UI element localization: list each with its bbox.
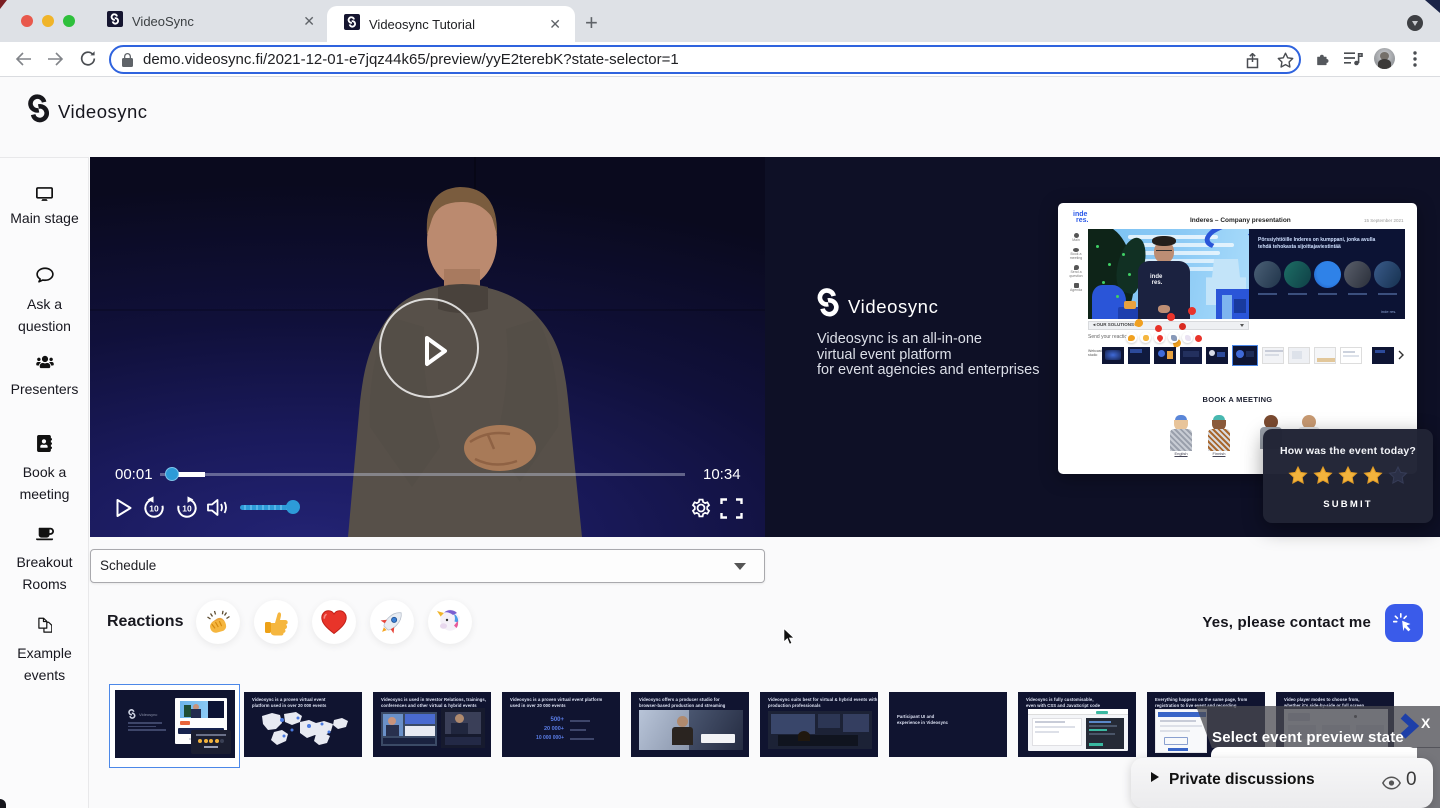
svg-text:10: 10 (182, 504, 192, 514)
svg-text:10: 10 (149, 504, 159, 514)
